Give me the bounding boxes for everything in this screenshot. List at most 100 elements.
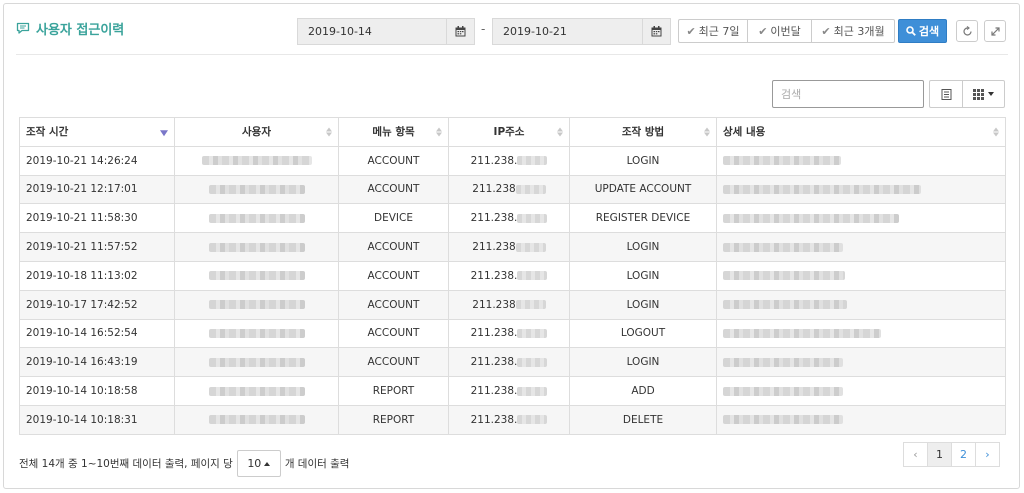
cell-time: 2019-10-18 11:13:02	[19, 260, 175, 291]
page-2-button[interactable]: 2	[951, 442, 976, 467]
refresh-button[interactable]	[956, 20, 978, 42]
cell-menu: ACCOUNT	[338, 174, 449, 205]
page-1-button[interactable]: 1	[927, 442, 952, 467]
cell-detail-redacted	[716, 376, 1006, 406]
date-to-input[interactable]	[493, 25, 643, 38]
table-row[interactable]: 2019-10-14 16:43:19 ACCOUNT 211.238. LOG…	[19, 347, 1006, 378]
grid-icon	[973, 88, 984, 100]
table-search-input[interactable]	[772, 80, 924, 108]
cell-user-redacted	[174, 347, 339, 378]
table-row[interactable]: 2019-10-14 10:18:58 REPORT 211.238. ADD	[19, 376, 1006, 406]
range-7days-button[interactable]: ✔ 최근 7일	[678, 19, 748, 43]
cell-detail-redacted	[716, 260, 1006, 291]
comment-icon	[16, 22, 30, 34]
table-row[interactable]: 2019-10-18 11:13:02 ACCOUNT 211.238. LOG…	[19, 260, 1006, 291]
column-header-time[interactable]: 조작 시간	[19, 117, 175, 147]
cell-ip: 211.238.	[448, 347, 570, 378]
cell-menu: REPORT	[338, 404, 449, 435]
sort-icon	[326, 127, 332, 137]
column-header-action[interactable]: 조작 방법	[569, 117, 717, 147]
cell-time: 2019-10-14 10:18:58	[19, 376, 175, 406]
column-list-button[interactable]	[929, 80, 963, 108]
cell-detail-redacted	[716, 174, 1006, 205]
search-button[interactable]: 검색	[898, 19, 947, 43]
cell-time: 2019-10-21 11:57:52	[19, 232, 175, 262]
table-row[interactable]: 2019-10-14 10:18:31 REPORT 211.238. DELE…	[19, 404, 1006, 435]
cell-menu: ACCOUNT	[338, 232, 449, 262]
cell-action: LOGIN	[569, 145, 717, 176]
table-row[interactable]: 2019-10-21 14:26:24 ACCOUNT 211.238. LOG…	[19, 145, 1006, 176]
cell-ip: 211.238.	[448, 376, 570, 406]
header-divider	[16, 54, 1008, 55]
next-page-button[interactable]: ›	[975, 442, 1000, 467]
cell-menu: ACCOUNT	[338, 318, 449, 349]
cell-action: LOGOUT	[569, 318, 717, 349]
cell-time: 2019-10-21 12:17:01	[19, 174, 175, 205]
calendar-icon[interactable]	[642, 19, 670, 44]
cell-ip: 211.238.	[448, 203, 570, 234]
column-header-menu[interactable]: 메뉴 항목	[338, 117, 449, 147]
date-to-field[interactable]	[492, 18, 671, 45]
table-header-row: 조작 시간 사용자 메뉴 항목 IP주소 조작 방법 상세 내용	[19, 117, 1006, 147]
cell-action: LOGIN	[569, 347, 717, 378]
pagination-summary: 전체 14개 중 1~10번째 데이터 출력, 페이지 당 10 개 데이터 출…	[19, 450, 349, 477]
date-separator: -	[481, 22, 486, 36]
sort-icon	[557, 127, 563, 137]
table-row[interactable]: 2019-10-17 17:42:52 ACCOUNT 211.238 LOGI…	[19, 289, 1006, 320]
cell-action: LOGIN	[569, 260, 717, 291]
refresh-icon	[962, 25, 972, 36]
page-size-value: 10	[247, 457, 262, 470]
cell-time: 2019-10-21 14:26:24	[19, 145, 175, 176]
cell-user-redacted	[174, 289, 339, 320]
date-from-input[interactable]	[298, 25, 448, 38]
cell-menu: ACCOUNT	[338, 347, 449, 378]
column-header-user[interactable]: 사용자	[174, 117, 339, 147]
caret-down-icon	[988, 92, 994, 96]
cell-time: 2019-10-17 17:42:52	[19, 289, 175, 320]
date-from-field[interactable]	[297, 18, 475, 45]
cell-menu: REPORT	[338, 376, 449, 406]
column-header-detail[interactable]: 상세 내용	[716, 117, 1006, 147]
cell-time: 2019-10-14 16:52:54	[19, 318, 175, 349]
range-7days-label: 최근 7일	[698, 25, 740, 38]
cell-user-redacted	[174, 260, 339, 291]
sort-icon	[704, 127, 710, 137]
cell-menu: ACCOUNT	[338, 260, 449, 291]
search-icon	[906, 26, 916, 36]
cell-action: REGISTER DEVICE	[569, 203, 717, 234]
cell-detail-redacted	[716, 404, 1006, 435]
cell-menu: ACCOUNT	[338, 145, 449, 176]
range-this-month-button[interactable]: ✔ 이번달	[747, 19, 812, 43]
page-title-text: 사용자 접근이력	[36, 23, 125, 38]
columns-toggle-button[interactable]	[962, 80, 1005, 108]
cell-user-redacted	[174, 318, 339, 349]
cell-ip: 211.238.	[448, 260, 570, 291]
sort-icon	[436, 127, 442, 137]
cell-time: 2019-10-14 10:18:31	[19, 404, 175, 435]
range-3months-button[interactable]: ✔ 최근 3개월	[811, 19, 895, 43]
expand-button[interactable]	[984, 20, 1006, 42]
cell-detail-redacted	[716, 203, 1006, 234]
table-row[interactable]: 2019-10-14 16:52:54 ACCOUNT 211.238. LOG…	[19, 318, 1006, 349]
cell-ip: 211.238	[448, 174, 570, 205]
prev-page-button[interactable]: ‹	[903, 442, 928, 467]
cell-detail-redacted	[716, 232, 1006, 262]
cell-user-redacted	[174, 376, 339, 406]
cell-action: ADD	[569, 376, 717, 406]
table-row[interactable]: 2019-10-21 11:58:30 DEVICE 211.238. REGI…	[19, 203, 1006, 234]
check-icon: ✔	[821, 24, 831, 38]
pagination: ‹ 1 2 ›	[903, 442, 1000, 467]
search-button-label: 검색	[918, 25, 940, 38]
check-icon: ✔	[686, 24, 696, 38]
page-size-dropdown[interactable]: 10	[236, 450, 281, 477]
range-3months-label: 최근 3개월	[833, 25, 885, 38]
cell-ip: 211.238	[448, 289, 570, 320]
caret-up-icon	[264, 461, 271, 466]
cell-user-redacted	[174, 232, 339, 262]
calendar-icon[interactable]	[446, 19, 474, 44]
table-row[interactable]: 2019-10-21 12:17:01 ACCOUNT 211.238 UPDA…	[19, 174, 1006, 205]
column-header-ip[interactable]: IP주소	[448, 117, 570, 147]
cell-action: LOGIN	[569, 289, 717, 320]
table-row[interactable]: 2019-10-21 11:57:52 ACCOUNT 211.238 LOGI…	[19, 232, 1006, 262]
cell-user-redacted	[174, 203, 339, 234]
